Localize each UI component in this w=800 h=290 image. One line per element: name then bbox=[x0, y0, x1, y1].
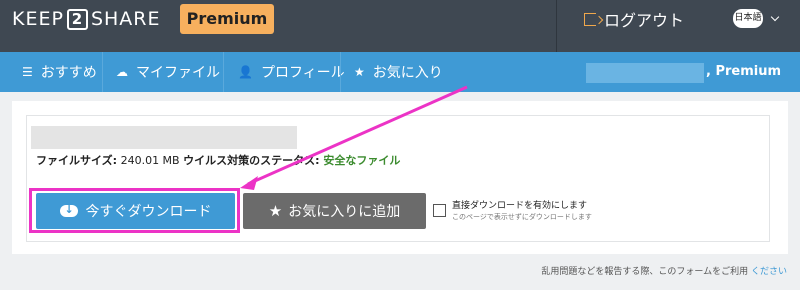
file-name-redacted bbox=[31, 126, 297, 149]
logout-label: ログアウト bbox=[604, 11, 685, 30]
nav-item-label: おすすめ bbox=[40, 65, 97, 81]
nav-item-label: マイファイル bbox=[136, 65, 220, 81]
cloud-icon: ☁ bbox=[116, 65, 128, 79]
download-now-button[interactable]: 今すぐダウンロード bbox=[36, 193, 235, 229]
header-divider bbox=[556, 0, 557, 52]
virus-status-value: 安全なファイル bbox=[319, 154, 401, 167]
nav-item-favorites[interactable]: ★ お気に入り bbox=[354, 52, 443, 92]
premium-badge[interactable]: Premium bbox=[180, 4, 274, 34]
nav-item-label: プロフィール bbox=[260, 65, 345, 81]
nav-divider bbox=[102, 52, 103, 92]
direct-download-checkbox[interactable] bbox=[433, 204, 446, 217]
logo-text-left: KEEP bbox=[12, 8, 64, 30]
language-selector[interactable]: 日本語 bbox=[733, 9, 763, 28]
nav-divider bbox=[340, 52, 341, 92]
star-icon: ★ bbox=[354, 65, 365, 79]
username-redacted bbox=[586, 63, 704, 83]
download-now-label: 今すぐダウンロード bbox=[85, 204, 212, 220]
cloud-download-icon bbox=[59, 203, 78, 217]
direct-download-label[interactable]: 直接ダウンロードを有効にします bbox=[452, 198, 587, 211]
list-icon: ☰ bbox=[22, 65, 33, 79]
nav-item-profile[interactable]: 👤 プロフィール bbox=[238, 52, 345, 92]
file-size-label: ファイルサイズ: bbox=[36, 154, 118, 167]
report-abuse-text: 乱用問題などを報告する際、このフォームをご利用 ください bbox=[541, 264, 787, 277]
logo-text-mid: 2 bbox=[66, 8, 88, 30]
file-info: ファイルサイズ: 240.01 MB ウイルス対策のステータス: 安全なファイル bbox=[36, 152, 400, 168]
virus-status-label: ウイルス対策のステータス: bbox=[183, 154, 320, 167]
nav-item-label: お気に入り bbox=[372, 65, 443, 81]
add-to-favorites-label: お気に入りに追加 bbox=[288, 204, 401, 220]
logo-text-right: SHARE bbox=[90, 8, 161, 30]
nav-item-my-files[interactable]: ☁ マイファイル bbox=[116, 52, 220, 92]
top-bar: KEEP 2 SHARE Premium ログアウト 日本語 bbox=[0, 0, 800, 52]
logout-icon bbox=[584, 12, 596, 26]
file-size-value: 240.01 MB bbox=[117, 154, 184, 167]
report-abuse-link[interactable]: ください bbox=[751, 267, 787, 277]
star-icon: ★ bbox=[268, 202, 283, 220]
keep2share-logo[interactable]: KEEP 2 SHARE bbox=[12, 8, 161, 30]
add-to-favorites-button[interactable]: ★ お気に入りに追加 bbox=[243, 193, 426, 229]
nav-divider bbox=[223, 52, 224, 92]
account-plan[interactable]: , Premium Pro bbox=[706, 52, 800, 119]
direct-download-description: このページで表示せずにダウンロードします bbox=[452, 213, 592, 221]
nav-item-recommended[interactable]: ☰ おすすめ bbox=[22, 52, 97, 92]
logout-button[interactable]: ログアウト bbox=[584, 7, 684, 31]
report-abuse-label: 乱用問題などを報告する際、このフォームをご利用 bbox=[541, 267, 751, 277]
chevron-down-icon[interactable] bbox=[770, 12, 780, 22]
user-icon: 👤 bbox=[238, 65, 253, 79]
